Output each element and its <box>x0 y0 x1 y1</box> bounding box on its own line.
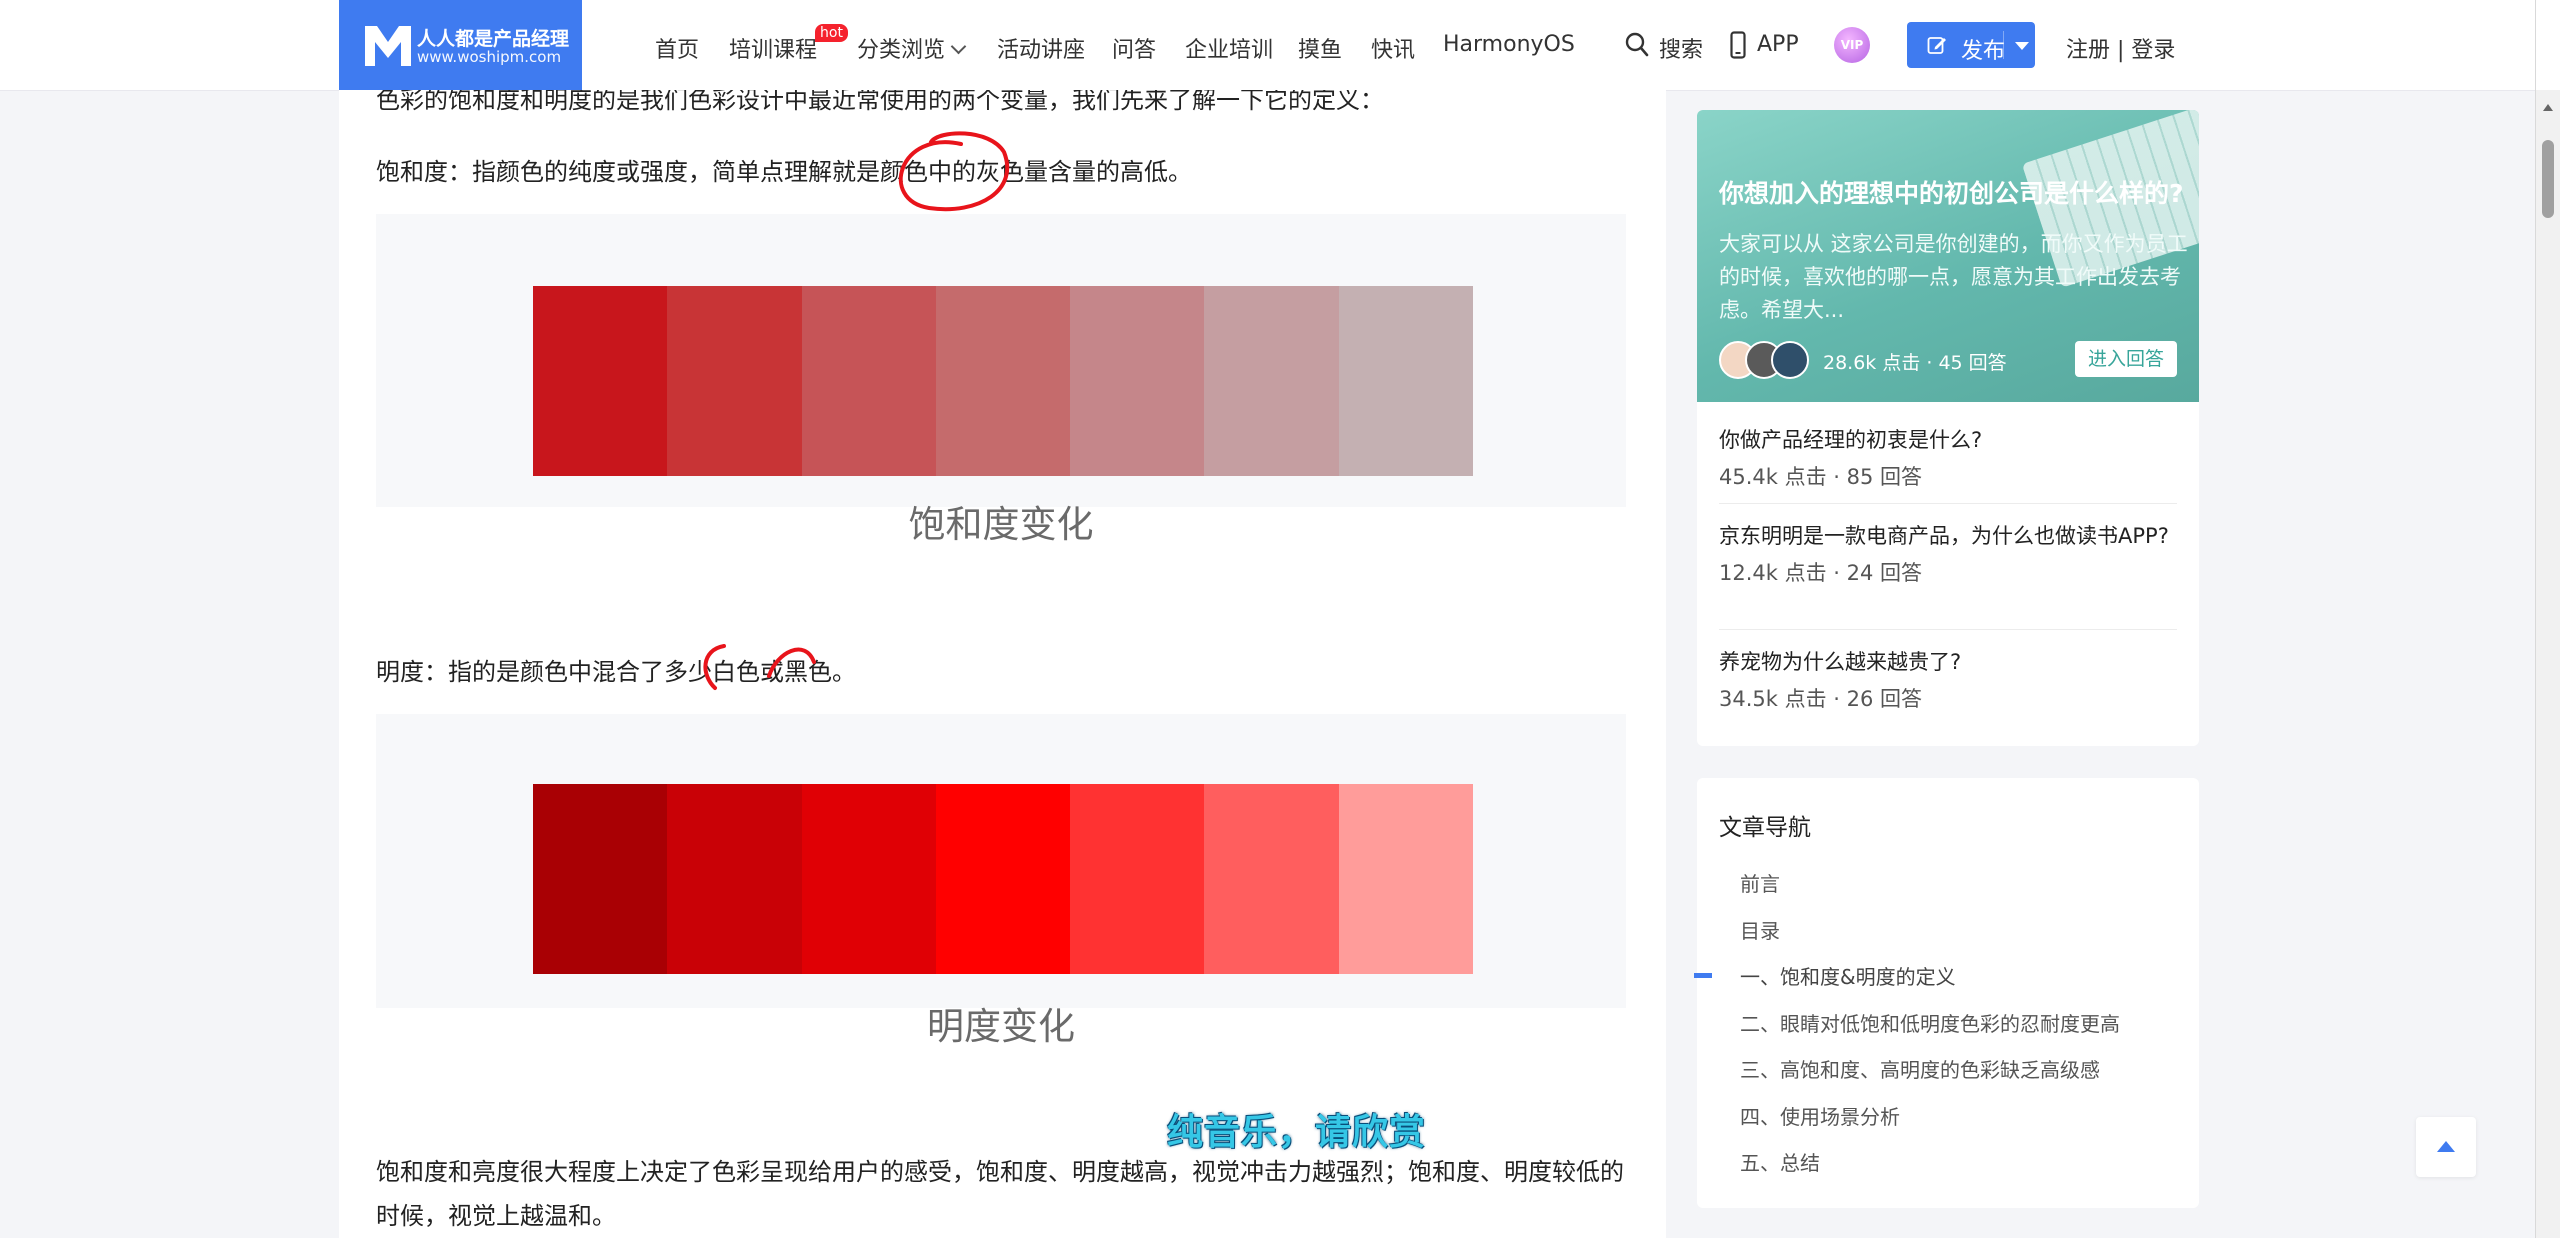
register-login-link[interactable]: 注册 | 登录 <box>2066 32 2175 64</box>
featured-question-desc: 大家可以从 这家公司是你创建的，而你又作为员工的时候，喜欢他的哪一点，愿意为其工… <box>1719 232 2188 322</box>
divider <box>1719 629 2177 630</box>
color-swatch <box>1070 784 1205 974</box>
saturation-caption: 饱和度变化 <box>908 503 1094 546</box>
question-stats: 45.4k 点击 · 85 回答 <box>1719 465 1923 489</box>
edit-icon <box>1927 37 1946 54</box>
color-swatch <box>1338 784 1473 974</box>
featured-question-title[interactable]: 你想加入的理想中的初创公司是什么样的? <box>1719 174 2184 210</box>
avatar <box>1771 341 1809 379</box>
nav-moyu[interactable]: 摸鱼 <box>1298 32 1342 64</box>
toc-item[interactable]: 三、高饱和度、高明度的色彩缺乏高级感 <box>1740 1054 2100 1083</box>
toc-item[interactable]: 二、眼睛对低饱和低明度色彩的忍耐度更高 <box>1740 1008 2120 1037</box>
color-swatch <box>935 286 1071 476</box>
featured-question-banner[interactable]: 你想加入的理想中的初创公司是什么样的? 大家可以从 这家公司是你创建的，而你又作… <box>1697 110 2199 402</box>
phone-icon[interactable] <box>1730 31 1746 59</box>
question-item[interactable]: 京东明明是一款电商产品，为什么也做读书APP? 12.4k 点击 · 24 回答 <box>1719 522 2179 587</box>
nav-home[interactable]: 首页 <box>655 32 699 64</box>
caret-down-icon[interactable] <box>2015 42 2029 50</box>
brightness-definition: 明度：指的是颜色中混合了多少白色或黑色。 <box>376 658 856 686</box>
color-swatch <box>1338 286 1473 476</box>
color-swatch <box>1204 286 1339 476</box>
toc-item[interactable]: 前言 <box>1740 868 1780 897</box>
color-swatch <box>533 784 668 974</box>
logo-mark-icon <box>365 26 411 66</box>
nav-category-label: 分类浏览 <box>857 38 946 63</box>
nav-events[interactable]: 活动讲座 <box>997 32 1085 64</box>
hot-badge: hot <box>815 24 848 42</box>
question-stats: 12.4k 点击 · 24 回答 <box>1719 561 1923 585</box>
toc-item[interactable]: 目录 <box>1740 915 1780 944</box>
toc-title: 文章导航 <box>1719 815 1811 841</box>
answer-button[interactable]: 进入回答 <box>2075 341 2177 377</box>
question-stats: 34.5k 点击 · 26 回答 <box>1719 687 1923 711</box>
publish-label: 发布 <box>1961 39 2006 64</box>
question-item[interactable]: 你做产品经理的初衷是什么? 45.4k 点击 · 85 回答 <box>1719 426 2179 491</box>
arrow-up-icon <box>2437 1141 2455 1152</box>
summary-line-1: 饱和度和亮度很大程度上决定了色彩呈现给用户的感受，饱和度、明度越高，视觉冲击力越… <box>376 1158 1624 1186</box>
logo-url: www.woshipm.com <box>417 48 562 66</box>
nav-news[interactable]: 快讯 <box>1371 32 1415 64</box>
color-swatch <box>533 286 668 476</box>
nav-training[interactable]: 培训课程 <box>729 32 817 64</box>
saturation-figure: 饱和度变化 <box>376 214 1626 546</box>
top-navbar: 人人都是产品经理 www.woshipm.com 首页 培训课程 hot 分类浏… <box>0 0 2560 91</box>
vip-icon[interactable]: VIP <box>1834 27 1870 63</box>
color-swatch <box>1204 784 1339 974</box>
question-title[interactable]: 你做产品经理的初衷是什么? <box>1719 426 2179 455</box>
color-swatch <box>667 784 802 974</box>
nav-category[interactable]: 分类浏览 <box>857 32 967 64</box>
color-swatch <box>801 784 936 974</box>
saturation-definition: 饱和度：指颜色的纯度或强度，简单点理解就是颜色中的灰色量含量的高低。 <box>376 158 1192 186</box>
toc-item[interactable]: 四、使用场景分析 <box>1740 1101 1900 1130</box>
brightness-figure: 明度变化 <box>376 714 1626 1048</box>
question-title[interactable]: 养宠物为什么越来越贵了? <box>1719 648 2179 677</box>
nav-harmonyos[interactable]: HarmonyOS <box>1443 32 1575 57</box>
color-swatch <box>801 286 936 476</box>
summary-line-2: 时候，视觉上越温和。 <box>376 1202 616 1230</box>
scrollbar-thumb[interactable] <box>2542 140 2554 218</box>
toc-item[interactable]: 五、总结 <box>1740 1147 1820 1176</box>
article-body: 色彩的饱和度和明度的是我们色彩设计中最近常使用的两个变量，我们先来了解一下它的定… <box>339 90 1666 1238</box>
question-item[interactable]: 养宠物为什么越来越贵了? 34.5k 点击 · 26 回答 <box>1719 648 2179 713</box>
question-title[interactable]: 京东明明是一款电商产品，为什么也做读书APP? <box>1719 522 2179 551</box>
subtitle-overlay: 纯音乐，请欣赏 <box>1167 1112 1427 1153</box>
toc-item-active[interactable]: 一、饱和度&明度的定义 <box>1740 961 1956 990</box>
nav-qa[interactable]: 问答 <box>1112 32 1156 64</box>
brightness-caption: 明度变化 <box>927 1005 1075 1048</box>
intro-paragraph: 色彩的饱和度和明度的是我们色彩设计中最近常使用的两个变量，我们先来了解一下它的定… <box>376 90 1384 114</box>
back-to-top-button[interactable] <box>2416 1117 2476 1177</box>
article-toc: 文章导航 前言 目录 一、饱和度&明度的定义 二、眼睛对低饱和低明度色彩的忍耐度… <box>1694 778 2199 1208</box>
search-link[interactable]: 搜索 <box>1659 32 1703 64</box>
chevron-down-icon <box>950 38 967 55</box>
brightness-swatches <box>533 784 1473 974</box>
featured-question-stats: 28.6k 点击 · 45 回答 <box>1823 352 2007 374</box>
search-icon[interactable] <box>1625 32 1649 58</box>
app-link[interactable]: APP <box>1757 32 1799 57</box>
toc-active-indicator <box>1694 973 1712 978</box>
color-swatch <box>667 286 802 476</box>
qa-card: 你想加入的理想中的初创公司是什么样的? 大家可以从 这家公司是你创建的，而你又作… <box>1697 110 2199 746</box>
logo-name: 人人都是产品经理 <box>417 28 570 50</box>
publish-button[interactable]: 发布 <box>1907 22 2035 68</box>
scroll-up-arrow-icon[interactable] <box>2543 104 2553 111</box>
divider <box>1719 503 2177 504</box>
color-swatch <box>935 784 1071 974</box>
page-scrollbar[interactable] <box>2536 90 2560 1238</box>
saturation-swatches <box>533 286 1473 476</box>
site-logo[interactable]: 人人都是产品经理 www.woshipm.com <box>339 0 582 90</box>
nav-enterprise[interactable]: 企业培训 <box>1185 32 1273 64</box>
color-swatch <box>1070 286 1205 476</box>
